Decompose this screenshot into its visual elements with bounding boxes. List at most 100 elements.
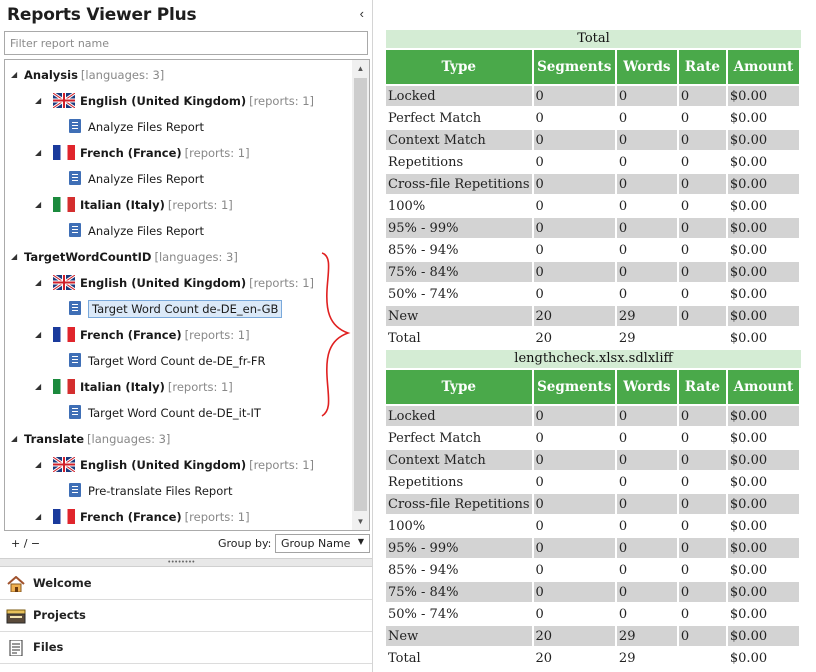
expand-arrow-icon[interactable]: ◢ xyxy=(35,272,45,294)
collapse-pane-button[interactable]: ‹ xyxy=(360,6,364,21)
tree-node-label: Italian (Italy) xyxy=(80,380,165,394)
table-cell: 0 xyxy=(533,262,615,282)
tree-group-node[interactable]: ◢ Analysis [languages: 3] xyxy=(11,64,164,86)
nav-item-welcome[interactable]: Welcome xyxy=(0,568,372,600)
nav-item-partial[interactable] xyxy=(0,664,372,672)
expand-arrow-icon[interactable]: ◢ xyxy=(35,324,45,346)
column-header: Words xyxy=(616,50,677,84)
tree-node-label: Italian (Italy) xyxy=(80,198,165,212)
table-cell: 0 xyxy=(616,604,677,624)
tree-language-node[interactable]: ◢ French (France) [reports: 1] xyxy=(35,142,250,164)
tree-language-node[interactable]: ◢ Italian (Italy) [reports: 1] xyxy=(35,376,233,398)
tree-node-count: [reports: 1] xyxy=(167,198,233,212)
table-cell: 0 xyxy=(678,306,726,326)
expand-arrow-icon[interactable]: ◢ xyxy=(11,64,21,86)
table-cell: Cross-file Repetitions xyxy=(386,174,532,194)
tree-report-node[interactable]: Analyze Files Report xyxy=(69,116,204,138)
grip-icon: •••••••• xyxy=(168,559,196,566)
table-row: Locked 0 0 0 $0.00 xyxy=(386,86,799,106)
expand-arrow-icon[interactable]: ◢ xyxy=(35,376,45,398)
table-cell: $0.00 xyxy=(727,604,799,624)
tree-report-node[interactable]: Pre-translate Files Report xyxy=(69,480,233,502)
tree-language-node[interactable]: ◢ French (France) [reports: 1] xyxy=(35,506,250,528)
expand-arrow-icon[interactable]: ◢ xyxy=(11,428,21,450)
expand-arrow-icon[interactable]: ◢ xyxy=(35,142,45,164)
table-row: Repetitions 0 0 0 $0.00 xyxy=(386,472,799,492)
projects-icon xyxy=(6,609,26,624)
table-row: 100% 0 0 0 $0.00 xyxy=(386,516,799,536)
group-by-label: Group by: xyxy=(218,537,272,550)
scroll-up-icon[interactable]: ▲ xyxy=(352,60,369,77)
tree-language-node[interactable]: ◢ English (United Kingdom) [reports: 1] xyxy=(35,454,314,476)
table-cell: Cross-file Repetitions xyxy=(386,494,532,514)
tree-report-node[interactable]: Target Word Count de-DE_fr-FR xyxy=(69,350,265,372)
table-row: 85% - 94% 0 0 0 $0.00 xyxy=(386,240,799,260)
nav-item-label: Files xyxy=(33,640,64,654)
tree-group-node[interactable]: ◢ TargetWordCountID [languages: 3] xyxy=(11,246,238,268)
table-cell: Locked xyxy=(386,406,532,426)
section-title: Total xyxy=(386,30,801,48)
tree-language-node[interactable]: ◢ Italian (Italy) [reports: 1] xyxy=(35,194,233,216)
table-cell: $0.00 xyxy=(727,86,799,106)
tree-node-label: Analysis xyxy=(24,68,78,82)
table-cell: Context Match xyxy=(386,130,532,150)
group-by-select[interactable]: Group Name ▼ xyxy=(275,534,370,553)
table-cell: 29 xyxy=(616,648,677,668)
expand-arrow-icon[interactable]: ◢ xyxy=(35,454,45,476)
table-cell: 0 xyxy=(533,130,615,150)
nav-item-projects[interactable]: Projects xyxy=(0,600,372,632)
tree-report-node[interactable]: Analyze Files Report xyxy=(69,168,204,190)
table-header-row: Type Segments Words Rate Amount xyxy=(386,50,799,84)
table-row: Cross-file Repetitions 0 0 0 $0.00 xyxy=(386,174,799,194)
pane-splitter[interactable]: •••••••• xyxy=(0,558,372,567)
table-cell: 85% - 94% xyxy=(386,560,532,580)
table-cell: 0 xyxy=(533,108,615,128)
table-cell: 20 xyxy=(533,306,615,326)
expand-arrow-icon[interactable]: ◢ xyxy=(11,246,21,268)
table-cell: Context Match xyxy=(386,450,532,470)
expand-arrow-icon[interactable]: ◢ xyxy=(35,506,45,528)
france-flag-icon xyxy=(53,327,75,342)
table-row: Perfect Match 0 0 0 $0.00 xyxy=(386,428,799,448)
table-cell: $0.00 xyxy=(727,108,799,128)
table-cell xyxy=(678,328,726,348)
tree-report-node[interactable]: Target Word Count de-DE_en-GB xyxy=(69,298,283,320)
table-cell: 0 xyxy=(533,284,615,304)
scroll-down-icon[interactable]: ▼ xyxy=(352,513,369,530)
table-cell: New xyxy=(386,306,532,326)
table-cell: 0 xyxy=(533,516,615,536)
table-cell: $0.00 xyxy=(727,328,799,348)
tree-group-node[interactable]: ◢ Translate [languages: 3] xyxy=(11,428,170,450)
expand-arrow-icon[interactable]: ◢ xyxy=(35,90,45,112)
table-row: Context Match 0 0 0 $0.00 xyxy=(386,130,799,150)
tree-node-label: Analyze Files Report xyxy=(88,120,204,134)
table-cell: $0.00 xyxy=(727,218,799,238)
uk-flag-icon xyxy=(53,275,75,290)
table-cell: 0 xyxy=(533,196,615,216)
table-row: 95% - 99% 0 0 0 $0.00 xyxy=(386,538,799,558)
table-cell: 0 xyxy=(616,262,677,282)
table-cell: 0 xyxy=(533,152,615,172)
table-cell: Repetitions xyxy=(386,152,532,172)
italy-flag-icon xyxy=(53,379,75,394)
table-cell: 0 xyxy=(678,152,726,172)
tree-language-node[interactable]: ◢ English (United Kingdom) [reports: 1] xyxy=(35,272,314,294)
table-cell: 0 xyxy=(616,174,677,194)
table-row: 95% - 99% 0 0 0 $0.00 xyxy=(386,218,799,238)
table-cell: 100% xyxy=(386,196,532,216)
section-title: lengthcheck.xlsx.sdlxliff xyxy=(386,350,801,368)
tree-language-node[interactable]: ◢ English (United Kingdom) [reports: 1] xyxy=(35,90,314,112)
filter-report-input[interactable] xyxy=(4,31,368,55)
expand-collapse-all-button[interactable]: + / − xyxy=(11,537,40,550)
table-cell: 0 xyxy=(616,538,677,558)
nav-item-files[interactable]: Files xyxy=(0,632,372,664)
tree-report-node[interactable]: Analyze Files Report xyxy=(69,220,204,242)
tree-report-node[interactable]: Target Word Count de-DE_it-IT xyxy=(69,402,261,424)
expand-arrow-icon[interactable]: ◢ xyxy=(35,194,45,216)
table-cell: 29 xyxy=(616,626,677,646)
tree-content: ◢ Analysis [languages: 3] ◢ English (United … xyxy=(5,60,353,530)
table-row: 85% - 94% 0 0 0 $0.00 xyxy=(386,560,799,580)
table-cell: 0 xyxy=(616,406,677,426)
tree-language-node[interactable]: ◢ French (France) [reports: 1] xyxy=(35,324,250,346)
table-cell: 50% - 74% xyxy=(386,604,532,624)
